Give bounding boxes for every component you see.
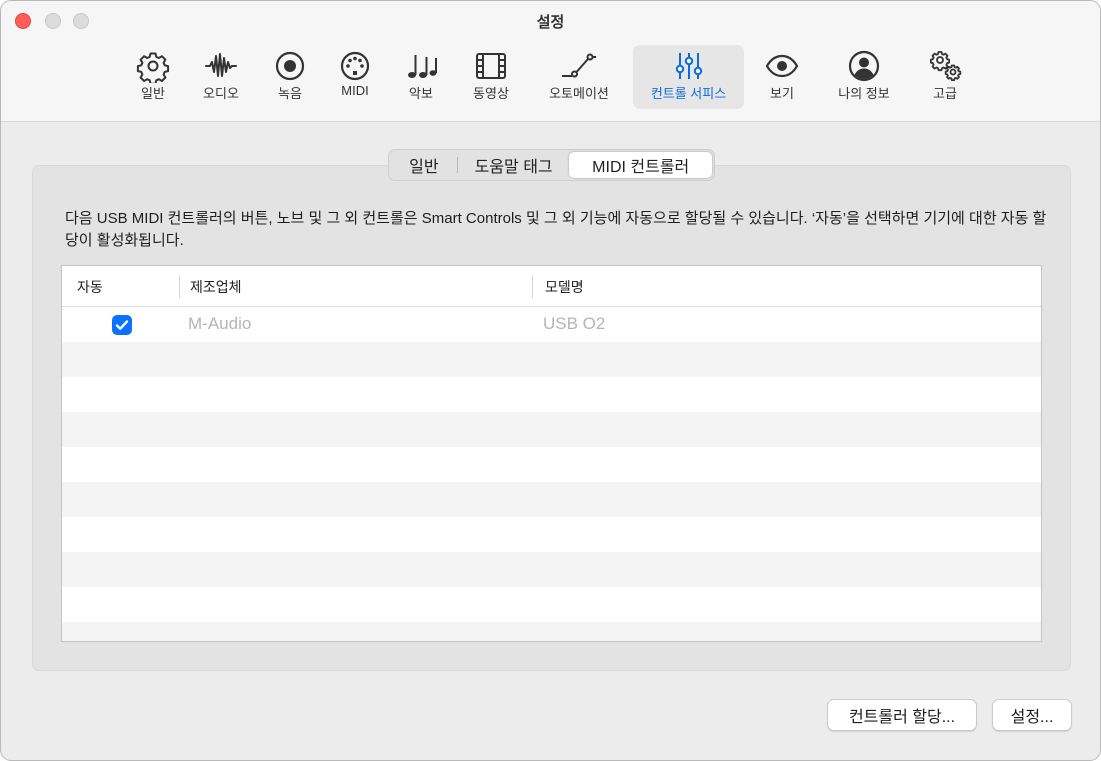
toolbar-item-advanced[interactable]: 고급 — [914, 45, 976, 109]
music-notes-icon — [408, 55, 437, 78]
toolbar-label-advanced: 고급 — [933, 86, 957, 101]
empty-row — [62, 587, 1041, 622]
toolbar-label-view: 보기 — [770, 86, 794, 101]
gears-icon — [930, 51, 962, 81]
empty-row — [62, 517, 1041, 552]
checkmark-icon — [115, 320, 129, 330]
empty-row — [62, 622, 1041, 641]
eye-icon — [765, 54, 799, 78]
column-separator[interactable] — [179, 275, 180, 298]
toolbar-item-automation[interactable]: 오토메이션 — [537, 45, 621, 109]
table-row[interactable]: M-Audio USB O2 — [62, 307, 1041, 342]
toolbar-label-general: 일반 — [141, 86, 165, 101]
tab-midi-controllers[interactable]: MIDI 컨트롤러 — [569, 152, 713, 178]
manufacturer-cell: M-Audio — [188, 314, 252, 333]
midi-port-icon — [340, 51, 370, 81]
sliders-icon — [675, 53, 702, 79]
column-header-model[interactable]: 모델명 — [545, 277, 584, 297]
toolbar-label-automation: 오토메이션 — [549, 86, 609, 101]
toolbar-item-audio[interactable]: 오디오 — [190, 45, 252, 109]
gear-icon — [136, 52, 170, 83]
toolbar-item-score[interactable]: 악보 — [390, 45, 452, 109]
settings-button[interactable]: 설정... — [992, 699, 1072, 731]
empty-row — [62, 377, 1041, 412]
film-icon — [476, 53, 506, 79]
window-title: 설정 — [536, 14, 565, 31]
controllers-table[interactable]: 자동 제조업체 모델명 M-Audio USB O2 — [61, 265, 1042, 642]
empty-row — [62, 447, 1041, 482]
tab-segmented-control: 일반 도움말 태그 MIDI 컨트롤러 — [388, 149, 715, 181]
description-text: 다음 USB MIDI 컨트롤러의 버튼, 노브 및 그 외 컨트롤은 Smar… — [65, 210, 1047, 249]
empty-row — [62, 482, 1041, 517]
model-cell: USB O2 — [543, 314, 606, 333]
column-header-manufacturer[interactable]: 제조업체 — [190, 277, 242, 297]
toolbar-item-general[interactable]: 일반 — [122, 45, 184, 109]
empty-row — [62, 552, 1041, 587]
auto-checkbox[interactable] — [112, 315, 132, 335]
toolbar-item-movie[interactable]: 동영상 — [460, 45, 522, 109]
column-header-auto[interactable]: 자동 — [77, 277, 103, 297]
controller-assignments-button[interactable]: 컨트롤러 할당... — [827, 699, 977, 731]
toolbar-label-movie: 동영상 — [473, 86, 509, 101]
empty-row — [62, 412, 1041, 447]
toolbar-label-midi: MIDI — [341, 83, 369, 98]
table-rows: M-Audio USB O2 — [62, 307, 1041, 641]
toolbar-label-recording: 녹음 — [278, 86, 302, 101]
toolbar-item-view[interactable]: 보기 — [751, 45, 813, 109]
toolbar: 설정 일반 오디오 녹음 MIDI 악보 동영상 오토메이션 컨트롤 서피스 보… — [1, 1, 1100, 122]
toolbar-label-audio: 오디오 — [203, 86, 239, 101]
toolbar-item-recording[interactable]: 녹음 — [259, 45, 321, 109]
column-separator[interactable] — [532, 275, 533, 298]
toolbar-label-my-info: 나의 정보 — [838, 86, 890, 101]
record-icon — [275, 51, 305, 81]
toolbar-label-score: 악보 — [409, 86, 433, 101]
toolbar-item-my-info[interactable]: 나의 정보 — [827, 45, 901, 109]
toolbar-label-control-surfaces: 컨트롤 서피스 — [650, 86, 727, 101]
tab-general[interactable]: 일반 — [391, 152, 457, 178]
tab-help-tags[interactable]: 도움말 태그 — [458, 152, 570, 178]
toolbar-item-midi[interactable]: MIDI — [324, 45, 386, 109]
waveform-icon — [205, 53, 237, 77]
toolbar-item-control-surfaces[interactable]: 컨트롤 서피스 — [633, 45, 744, 109]
person-icon — [848, 50, 880, 82]
automation-curve-icon — [562, 53, 596, 78]
empty-row — [62, 342, 1041, 377]
table-header: 자동 제조업체 모델명 — [62, 266, 1041, 307]
settings-window: 설정 일반 오디오 녹음 MIDI 악보 동영상 오토메이션 컨트롤 서피스 보… — [0, 0, 1101, 761]
